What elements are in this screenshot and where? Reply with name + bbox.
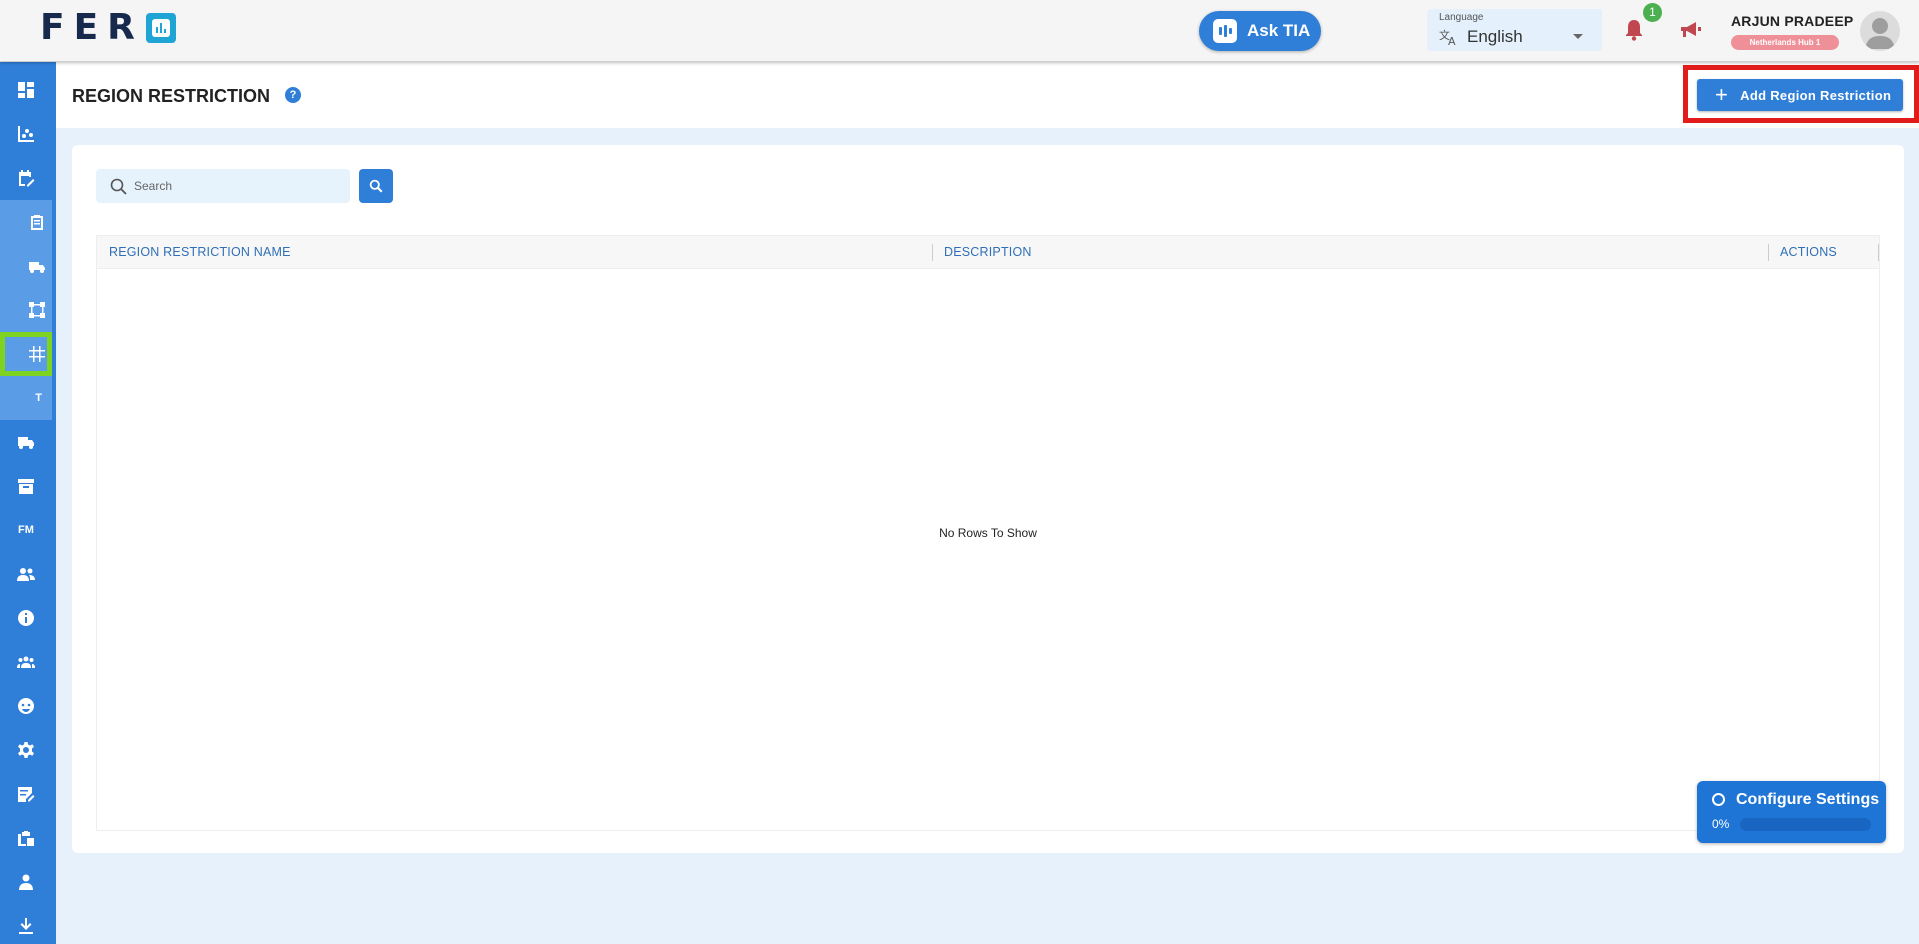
sidebar-item-clipboard[interactable] <box>0 200 52 244</box>
page-title: REGION RESTRICTION <box>72 86 271 106</box>
logo-text: FER <box>40 7 144 48</box>
ask-tia-label: Ask TIA <box>1247 21 1311 40</box>
sidebar-item-notes[interactable] <box>0 772 52 816</box>
bell-icon[interactable] <box>1624 19 1644 41</box>
sidebar-item-info[interactable] <box>0 596 52 640</box>
top-header: FER Ask TIA Language 文 A English 1 ARJUN… <box>0 0 1919 62</box>
sidebar-item-reports[interactable] <box>0 816 52 860</box>
person-icon <box>19 874 33 890</box>
clipboard-icon <box>31 215 43 230</box>
info-icon <box>18 610 34 626</box>
column-header-actions[interactable]: ACTIONS <box>1780 236 1837 269</box>
sidebar-item-vehicles[interactable] <box>0 244 52 288</box>
settings-icon <box>18 742 34 758</box>
sidebar-item-users[interactable] <box>0 552 52 596</box>
search-button[interactable] <box>359 169 393 203</box>
ask-tia-button[interactable]: Ask TIA <box>1199 11 1321 51</box>
empty-table-message: No Rows To Show <box>939 526 1037 540</box>
sidebar-item-routes[interactable] <box>0 288 52 332</box>
configure-settings-widget[interactable]: Configure Settings 0% <box>1697 781 1886 843</box>
plus-icon: + <box>1715 82 1729 107</box>
column-resize-handle[interactable] <box>932 244 933 261</box>
report-icon <box>18 831 34 846</box>
sidebar-item-groups[interactable] <box>0 640 52 684</box>
sidebar-item-analytics[interactable] <box>0 112 52 156</box>
column-header-name[interactable]: REGION RESTRICTION NAME <box>109 236 291 269</box>
column-resize-handle[interactable] <box>1768 244 1769 261</box>
sidebar-item-calendar[interactable] <box>0 156 52 200</box>
archive-icon <box>18 479 34 494</box>
calendar-edit-icon <box>19 170 35 187</box>
face-icon <box>18 698 34 714</box>
dashboard-icon <box>18 82 34 98</box>
sidebar-item-face[interactable] <box>0 684 52 728</box>
fero-logo[interactable]: FER <box>40 7 176 48</box>
region-restriction-table: REGION RESTRICTION NAME DESCRIPTION ACTI… <box>96 235 1880 831</box>
user-avatar-icon <box>1865 18 1895 49</box>
user-name: ARJUN PRADEEP <box>1731 13 1854 29</box>
sidebar: T FM <box>0 62 56 944</box>
translate-icon: 文 A <box>1439 28 1456 46</box>
content-card: REGION RESTRICTION NAME DESCRIPTION ACTI… <box>72 145 1904 853</box>
megaphone-icon[interactable] <box>1678 20 1702 40</box>
truck-icon <box>29 262 45 273</box>
analytics-icon <box>18 126 34 142</box>
search-box <box>96 169 350 203</box>
language-label: Language <box>1439 12 1484 23</box>
sidebar-item-archive[interactable] <box>0 464 52 508</box>
sidebar-item-region-restriction[interactable] <box>0 332 52 376</box>
progress-percent: 0% <box>1712 817 1730 831</box>
column-resize-handle[interactable] <box>1878 244 1879 261</box>
sidebar-item-delivery[interactable] <box>0 420 52 464</box>
search-button-icon <box>369 179 383 193</box>
sidebar-item-t[interactable]: T <box>0 376 52 420</box>
sidebar-item-fm[interactable]: FM <box>0 508 52 552</box>
delivery-truck-icon <box>18 437 34 449</box>
add-button-highlight: + Add Region Restriction <box>1683 65 1919 123</box>
add-button-label: Add Region Restriction <box>1740 87 1892 103</box>
sidebar-item-dashboard[interactable] <box>0 68 52 112</box>
svg-text:A: A <box>1448 35 1456 46</box>
fm-icon: FM <box>18 524 34 536</box>
search-icon <box>110 178 127 195</box>
logo-o-icon <box>145 13 176 43</box>
groups-icon <box>17 656 35 668</box>
note-edit-icon <box>18 787 35 802</box>
sidebar-item-settings[interactable] <box>0 728 52 772</box>
sidebar-item-person[interactable] <box>0 860 52 904</box>
add-region-restriction-button[interactable]: + Add Region Restriction <box>1697 79 1903 111</box>
route-map-icon <box>29 302 45 318</box>
hub-badge[interactable]: Netherlands Hub 1 <box>1731 35 1839 50</box>
download-icon <box>19 918 33 934</box>
circle-icon <box>1712 793 1725 806</box>
progress-bar <box>1740 818 1871 831</box>
language-value: English <box>1467 27 1523 46</box>
sidebar-item-download[interactable] <box>0 904 52 944</box>
grid-hash-icon <box>29 346 45 362</box>
table-header: REGION RESTRICTION NAME DESCRIPTION ACTI… <box>97 236 1879 269</box>
language-select[interactable]: Language 文 A English <box>1427 9 1602 51</box>
chevron-down-icon <box>1573 34 1583 39</box>
search-input[interactable] <box>134 169 344 203</box>
help-icon[interactable]: ? <box>285 87 301 103</box>
users-icon <box>17 568 35 581</box>
page-title-bar: REGION RESTRICTION ? + Add Region Restri… <box>56 62 1919 128</box>
notification-badge: 1 <box>1643 3 1662 22</box>
avatar[interactable] <box>1860 11 1900 51</box>
tia-waveform-icon <box>1213 19 1237 43</box>
column-header-description[interactable]: DESCRIPTION <box>944 236 1032 269</box>
configure-settings-title: Configure Settings <box>1736 791 1880 808</box>
text-t-icon: T <box>35 392 42 404</box>
